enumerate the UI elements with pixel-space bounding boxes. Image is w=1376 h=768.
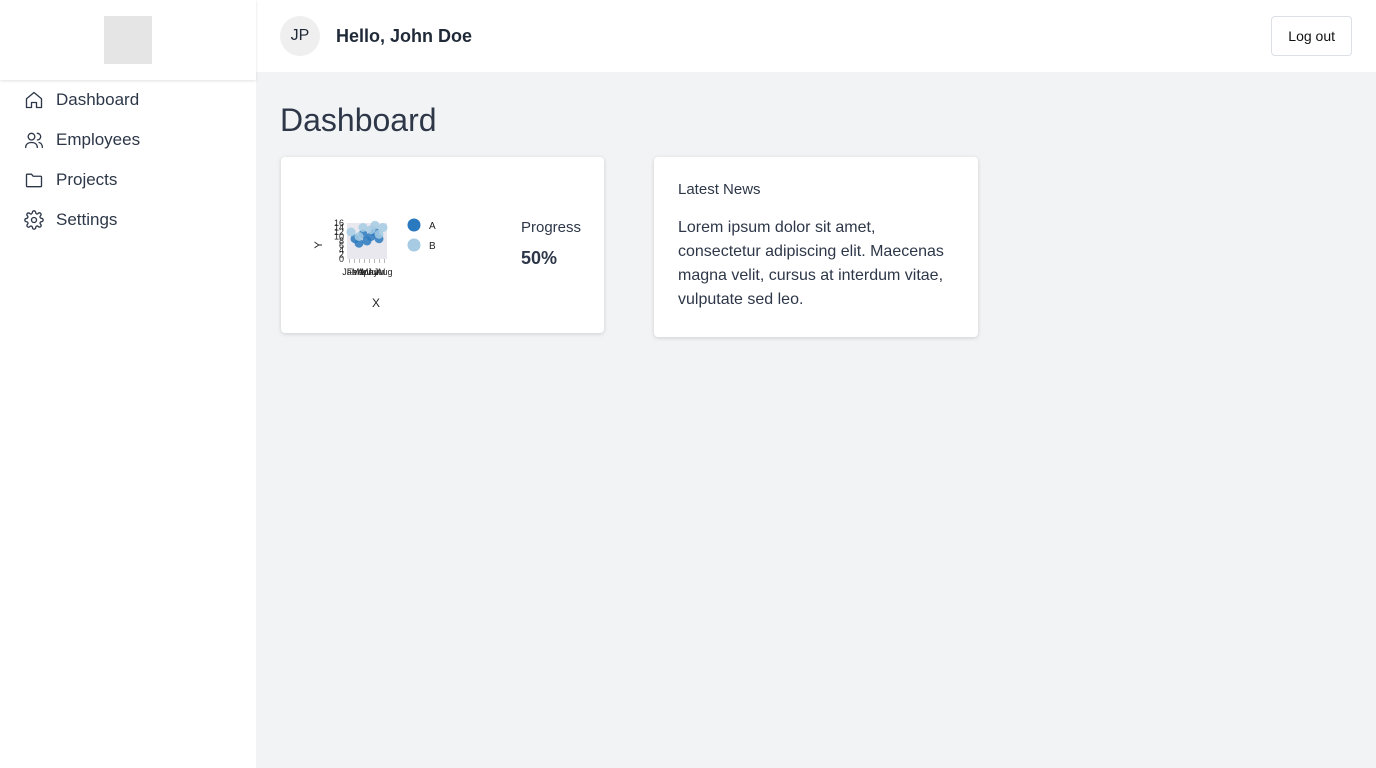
chart-card: Y X 0 2 4 6 8 10 12 14 16 Jan Feb Mar Apr May Jun Jul Au… <box>281 157 604 333</box>
progress-value: 50% <box>521 248 558 268</box>
legend-marker-b <box>407 238 421 252</box>
users-icon <box>24 130 44 150</box>
y-axis-label: Y <box>313 241 325 249</box>
page-title: Dashboard <box>280 102 437 138</box>
sidebar-item-label: Projects <box>56 170 118 189</box>
y-tick-label: 16 <box>334 218 344 228</box>
sidebar: Dashboard Employees Projects Settings <box>0 0 256 768</box>
topbar: JP Hello, John Doe Log out <box>256 0 1376 72</box>
sidebar-item-employees[interactable]: Employees <box>0 120 256 160</box>
logout-button[interactable]: Log out <box>1271 16 1352 56</box>
avatar[interactable]: JP <box>280 16 320 56</box>
sidebar-item-dashboard[interactable]: Dashboard <box>0 80 256 120</box>
scatter-point-b <box>354 232 364 241</box>
legend-label: A <box>429 221 436 232</box>
x-axis-label: X <box>372 296 380 310</box>
legend-label: B <box>429 241 436 252</box>
sidebar-item-label: Dashboard <box>56 90 140 109</box>
scatter-point-b <box>370 220 380 230</box>
scatter-point-b <box>378 223 388 232</box>
gear-icon <box>24 210 44 230</box>
sidebar-item-settings[interactable]: Settings <box>0 200 256 240</box>
sidebar-nav: Dashboard Employees Projects Settings <box>0 80 256 240</box>
sidebar-item-projects[interactable]: Projects <box>0 160 256 200</box>
scatter-chart: Y X 0246810121416JanFebMarAprMayJunJulAu… <box>313 218 436 310</box>
legend-marker-a <box>407 218 421 232</box>
news-card: Latest News Lorem ipsum dolor sit amet, … <box>654 157 978 337</box>
greeting: Hello, John Doe <box>336 25 473 46</box>
home-icon <box>24 90 44 110</box>
folder-icon <box>24 170 44 190</box>
scatter-point-b <box>346 227 356 237</box>
logo-area <box>0 0 256 80</box>
x-tick-label: Aug <box>376 267 392 277</box>
news-body: Lorem ipsum dolor sit amet, consectetur … <box>678 219 944 308</box>
sidebar-item-label: Employees <box>56 130 141 149</box>
sidebar-item-label: Settings <box>56 210 118 229</box>
scatter-point-b <box>358 223 368 232</box>
logo[interactable] <box>104 16 152 64</box>
news-title: Latest News <box>678 181 761 198</box>
progress-label: Progress <box>521 219 582 236</box>
